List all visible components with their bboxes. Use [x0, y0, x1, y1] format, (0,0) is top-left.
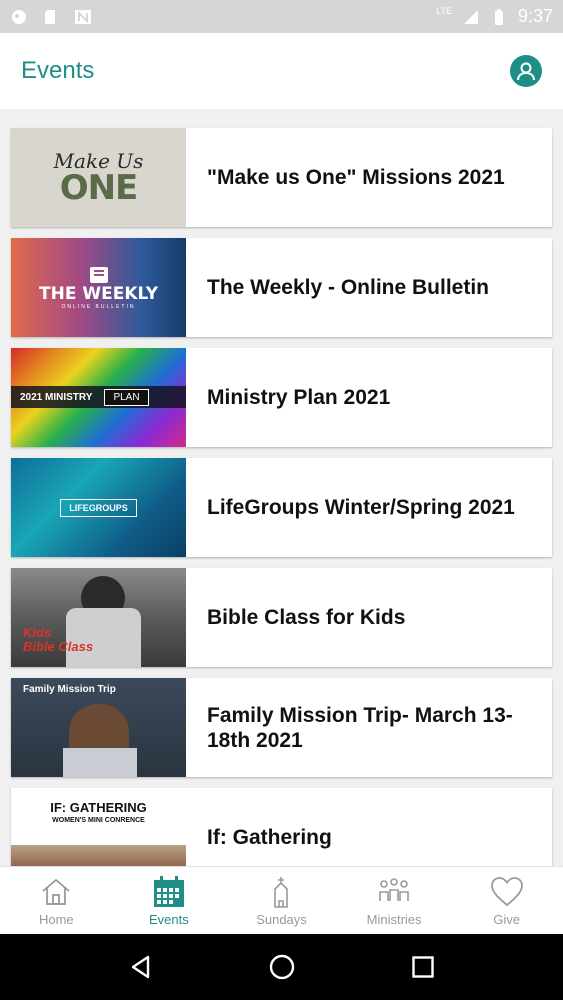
n-icon: [75, 9, 91, 24]
status-time: 9:37: [517, 6, 553, 26]
nav-give[interactable]: Give: [450, 867, 563, 934]
thumbnail-band: 2021 MINISTRY PLAN: [11, 386, 186, 408]
event-card[interactable]: 2021 MINISTRY PLAN Ministry Plan 2021: [11, 348, 552, 447]
thumbnail-text: Bible Class: [23, 639, 94, 654]
status-right: LTE 9:37: [436, 6, 553, 27]
thumbnail-scene: [11, 845, 186, 866]
event-card[interactable]: LIFEGROUPS LifeGroups Winter/Spring 2021: [11, 458, 552, 557]
thumbnail-label: Kids Bible Class: [23, 626, 93, 654]
church-icon: [274, 876, 289, 908]
event-thumbnail: IF: GATHERING WOMEN'S MINI CONRENCE: [11, 788, 186, 866]
event-thumbnail: 2021 MINISTRY PLAN: [11, 348, 186, 447]
nav-label: Home: [38, 911, 74, 927]
nav-label: Give: [493, 911, 521, 927]
bottom-nav: Home Events Sundays Ministries Give: [0, 866, 563, 934]
event-card[interactable]: THE WEEKLY ONLINE BULLETIN The Weekly - …: [11, 238, 552, 337]
recents-button[interactable]: [403, 947, 443, 987]
nav-ministries[interactable]: Ministries: [338, 867, 451, 934]
nav-label: Sundays: [256, 911, 307, 927]
thumbnail-text: 2021 MINISTRY: [20, 391, 93, 403]
nav-label: Ministries: [366, 911, 422, 927]
event-thumbnail: Family Mission Trip: [11, 678, 186, 777]
bulletin-icon: [89, 266, 108, 283]
event-title: Family Mission Trip- March 13-18th 2021: [207, 703, 513, 752]
people-icon: [379, 877, 409, 901]
event-title: If: Gathering: [207, 826, 332, 849]
event-card[interactable]: Family Mission Trip Family Mission Trip-…: [11, 678, 552, 777]
network-type: LTE: [436, 5, 452, 16]
event-thumbnail: LIFEGROUPS: [11, 458, 186, 557]
event-card[interactable]: Kids Bible Class Bible Class for Kids: [11, 568, 552, 667]
heart-icon: [490, 876, 523, 906]
event-title: LifeGroups Winter/Spring 2021: [207, 496, 515, 519]
event-card[interactable]: Make Us ONE "Make us One" Missions 2021: [11, 128, 552, 227]
calendar-icon: [153, 875, 184, 907]
nav-label: Events: [149, 911, 189, 927]
thumbnail-text: ONLINE BULLETIN: [61, 303, 136, 310]
back-icon: [131, 955, 149, 979]
nav-sundays[interactable]: Sundays: [225, 867, 338, 934]
thumbnail-text: Kids: [23, 625, 52, 640]
app-header: Events: [0, 33, 563, 109]
thumbnail-text: WOMEN'S MINI CONRENCE: [52, 817, 145, 824]
thumbnail-text: LIFEGROUPS: [60, 498, 137, 517]
event-list[interactable]: Make Us ONE "Make us One" Missions 2021 …: [0, 109, 563, 866]
status-left: [10, 8, 92, 26]
thumbnail-text: Family Mission Trip: [23, 684, 116, 695]
notification-icon: [12, 9, 26, 24]
event-title: "Make us One" Missions 2021: [207, 166, 505, 189]
thumbnail-figure: [63, 748, 137, 777]
recents-icon: [411, 956, 434, 978]
thumbnail-text: PLAN: [104, 388, 149, 406]
page-title: Events: [21, 57, 95, 84]
home-icon: [42, 878, 70, 905]
battery-icon: [494, 8, 503, 25]
event-thumbnail: THE WEEKLY ONLINE BULLETIN: [11, 238, 186, 337]
thumbnail-text: THE WEEKLY: [39, 283, 158, 304]
profile-button[interactable]: [510, 55, 542, 87]
event-card[interactable]: IF: GATHERING WOMEN'S MINI CONRENCE If: …: [11, 788, 552, 866]
nav-events[interactable]: Events: [113, 867, 226, 934]
sd-card-icon: [45, 9, 55, 24]
home-circle-icon: [269, 954, 294, 980]
thumbnail-text: IF: GATHERING: [50, 800, 147, 815]
event-thumbnail: Kids Bible Class: [11, 568, 186, 667]
nav-home[interactable]: Home: [0, 867, 113, 934]
event-title: Bible Class for Kids: [207, 606, 406, 629]
home-button[interactable]: [262, 947, 302, 987]
status-bar: LTE 9:37: [0, 0, 563, 33]
system-nav-bar: [0, 934, 563, 1000]
event-title: The Weekly - Online Bulletin: [207, 276, 489, 299]
event-title: Ministry Plan 2021: [207, 386, 391, 409]
profile-icon: [517, 62, 535, 81]
thumbnail-text: ONE: [59, 167, 139, 208]
signal-icon: [463, 9, 478, 24]
event-thumbnail: Make Us ONE: [11, 128, 186, 227]
back-button[interactable]: [121, 947, 161, 987]
